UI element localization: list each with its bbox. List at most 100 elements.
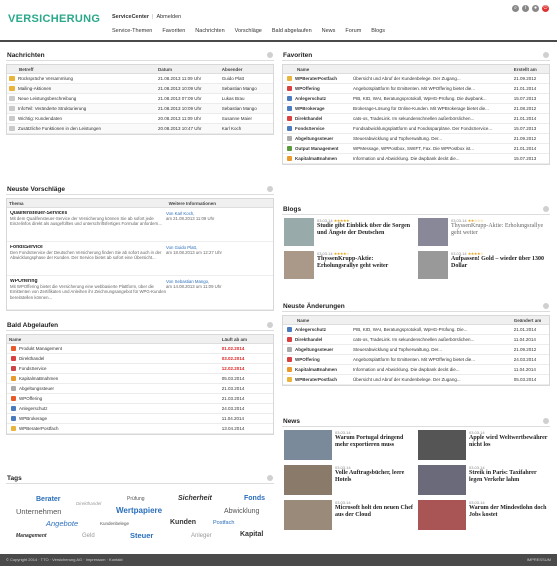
table-row[interactable]: InfoTeil: Veränderte Strukturierung 21.08… — [7, 104, 273, 114]
col-laeuft-ab[interactable]: Läuft ab am — [220, 335, 273, 343]
table-row[interactable]: Anlegerschutz PIB, KID, WAI, Beratungspro… — [283, 94, 549, 104]
blog-item[interactable]: 03.03.14 ★★★★☆ Aufpassen! Gold – wieder ü… — [416, 248, 550, 281]
col-thema[interactable]: Thema — [7, 199, 167, 207]
table-row[interactable]: Direkthandel cats-os, TradeLink. Im sekun… — [283, 114, 549, 124]
table-row[interactable]: Output Management WPMessage, WPPostbox, S… — [283, 144, 549, 154]
gear-icon[interactable] — [543, 52, 549, 58]
news-title[interactable]: Volle Auftragsbücher, leere Hotels — [335, 470, 414, 484]
tag[interactable]: Wertpapiere — [116, 506, 162, 515]
table-row[interactable]: KapitalmaBnahmen 05.03.2014 — [7, 374, 273, 384]
table-row[interactable]: KapitalmaBnahmen Information und Abwicklu… — [283, 365, 549, 375]
table-row[interactable]: Direkthandel cats-os, TradeLink. Im sekun… — [283, 335, 549, 345]
table-row[interactable]: FondsService Fondsabwicklungsplattform un… — [283, 124, 549, 134]
nav-vorschlaege[interactable]: Vorschläge — [235, 28, 262, 34]
nav-bald-abgelaufen[interactable]: Bald abgelaufen — [272, 28, 312, 34]
table-row[interactable]: Wichtig: Kundendaten 20.08.2013 11:09 Uhr… — [7, 114, 273, 124]
tag[interactable]: Prüfung — [127, 496, 145, 502]
table-row[interactable]: KapitalmaBnahmen Information und Abwicklu… — [283, 154, 549, 164]
news-title[interactable]: Microsoft holt den neuen Chef aus der Cl… — [335, 505, 414, 519]
tag[interactable]: Kapital — [240, 531, 263, 538]
table-row[interactable]: Abgeltungssteuer 21.03.2014 — [7, 384, 273, 394]
table-row[interactable]: Produkt Management 01.02.2014 — [7, 344, 273, 354]
gear-icon[interactable] — [267, 475, 273, 481]
nav-service-themen[interactable]: Service-Themen — [112, 28, 152, 34]
tag[interactable]: Postfach — [213, 520, 234, 526]
tag[interactable]: Berater — [36, 496, 61, 503]
col-erstellt[interactable]: Erstellt am — [512, 65, 549, 73]
table-row[interactable]: Zusätzliche Funktionen in den Leistungen… — [7, 124, 273, 134]
table-row[interactable]: Abgeltungssteuer Steuerabwicklung und Top… — [283, 345, 549, 355]
gear-icon[interactable] — [267, 322, 273, 328]
news-title[interactable]: Streik in Paris: Taxifahrer legen Verkeh… — [469, 470, 548, 484]
info-icon[interactable]: i — [522, 5, 529, 12]
news-title[interactable]: Apple wird Weltwertbewährer nicht los — [469, 435, 548, 449]
tag[interactable]: Geld — [82, 533, 95, 539]
table-row[interactable]: WPBrokerage 11.04.2014 — [7, 414, 273, 424]
news-item[interactable]: 03.03.14 Warum der Mindestlohn doch Jobs … — [416, 497, 550, 532]
col-name[interactable]: Name — [7, 335, 220, 343]
blog-title[interactable]: Studie gibt Einblick über die Sorgen und… — [317, 223, 414, 237]
table-row[interactable]: Anlegerschutz PIB, KID, WAI, Beratungspro… — [283, 325, 549, 335]
logo[interactable]: VERSICHERUNG — [8, 13, 100, 25]
nav-news[interactable]: News — [322, 28, 336, 34]
table-row[interactable]: Direkthandel 03.02.2014 — [7, 354, 273, 364]
col-geaendert[interactable]: Geändert am — [512, 316, 549, 324]
table-row[interactable]: Anlegerschutz 24.03.2014 — [7, 404, 273, 414]
service-center-link[interactable]: ServiceCenter — [112, 14, 149, 20]
blog-item[interactable]: 03.03.14 ★★★★☆ ThyssenKrupp-Aktie: Erholu… — [282, 248, 416, 281]
tag[interactable]: Sicherheit — [178, 495, 212, 502]
table-row[interactable]: Abgeltungssteuer Steuerabwicklung und Top… — [283, 134, 549, 144]
blog-item[interactable]: 03.03.14 ★★☆☆☆ ThyssenKrupp-Aktie: Erholu… — [416, 215, 550, 248]
footer-link[interactable]: IMPRESSUM — [527, 554, 551, 566]
tag[interactable]: Kundenbelege — [100, 521, 129, 526]
table-row[interactable]: FondsService 12.02.2014 — [7, 364, 273, 374]
news-item[interactable]: 03.03.14 Apple wird Weltwertbewährer nich… — [416, 427, 550, 462]
search-icon[interactable]: ⌕ — [512, 5, 519, 12]
nav-nachrichten[interactable]: Nachrichten — [195, 28, 224, 34]
table-row[interactable]: WPOffering Angebotsplattform für Emittent… — [283, 355, 549, 365]
table-row[interactable]: WPBeraterPostfach Übersicht und Abruf der… — [283, 375, 549, 385]
news-item[interactable]: 03.03.14 Streik in Paris: Taxifahrer lege… — [416, 462, 550, 497]
tag[interactable]: Kunden — [170, 519, 196, 526]
news-item[interactable]: 03.03.14 Volle Auftragsbücher, leere Hote… — [282, 462, 416, 497]
nav-blogs[interactable]: Blogs — [371, 28, 385, 34]
news-title[interactable]: Warum Portugal dringend mehr exportieren… — [335, 435, 414, 449]
gear-icon[interactable] — [543, 303, 549, 309]
news-title[interactable]: Warum der Mindestlohn doch Jobs kostet — [469, 505, 548, 519]
table-row[interactable]: WPOffering Angebotsplattform für Emittent… — [283, 84, 549, 94]
table-row[interactable]: WPBeraterPostfach 13.04.2014 — [7, 424, 273, 434]
tag[interactable]: Management — [16, 533, 47, 539]
table-row[interactable]: WPBeraterPostfach Übersicht und Abruf der… — [283, 74, 549, 84]
news-item[interactable]: 03.03.14 Microsoft holt den neuen Chef au… — [282, 497, 416, 532]
tag[interactable]: Steuer — [130, 531, 153, 540]
table-row[interactable]: WPBrokerage Brokerage-Lösung für Online-K… — [283, 104, 549, 114]
col-betreff[interactable]: Betreff — [7, 65, 156, 73]
table-row[interactable]: Mailing-Aktionen 21.08.2013 10:09 Uhr Seba… — [7, 84, 273, 94]
logout-link[interactable]: Abmelden — [156, 14, 181, 20]
gear-icon[interactable] — [543, 418, 549, 424]
gear-icon[interactable] — [543, 206, 549, 212]
table-row[interactable]: WPOffering 21.03.2014 — [7, 394, 273, 404]
col-datum[interactable]: Datum — [156, 65, 220, 73]
blog-item[interactable]: 03.03.14 ★★★★★ Studie gibt Einblick über … — [282, 215, 416, 248]
table-row[interactable]: Rückspräche Versammlung 21.08.2013 11:09 … — [7, 74, 273, 84]
blog-title[interactable]: Aufpassen! Gold – wieder über 1300 Dolla… — [451, 256, 548, 270]
tag[interactable]: Direkthandel — [76, 501, 101, 506]
tag[interactable]: Angebote — [46, 519, 78, 528]
tag[interactable]: Unternehmen — [16, 507, 61, 516]
col-absender[interactable]: Absender — [220, 65, 273, 73]
table-row[interactable]: Neue Leistungsbeschreibung 21.08.2013 07:… — [7, 94, 273, 104]
news-item[interactable]: 03.03.14 Warum Portugal dringend mehr exp… — [282, 427, 416, 462]
col-name[interactable]: Name — [283, 65, 512, 73]
blog-title[interactable]: ThyssenKrupp-Aktie: Erholungsrallye geht… — [451, 223, 548, 237]
nav-favoriten[interactable]: Favoriten — [162, 28, 185, 34]
power-icon[interactable]: ⏻ — [542, 5, 549, 12]
user-icon[interactable]: ● — [532, 5, 539, 12]
col-weitere-info[interactable]: Weitere Informationen — [167, 199, 273, 207]
tag[interactable]: Fonds — [244, 495, 265, 502]
tag[interactable]: Abwicklung — [224, 508, 259, 515]
tag[interactable]: Anleger — [191, 533, 212, 539]
col-name[interactable]: Name — [283, 316, 512, 324]
nav-forum[interactable]: Forum — [345, 28, 361, 34]
gear-icon[interactable] — [267, 52, 273, 58]
